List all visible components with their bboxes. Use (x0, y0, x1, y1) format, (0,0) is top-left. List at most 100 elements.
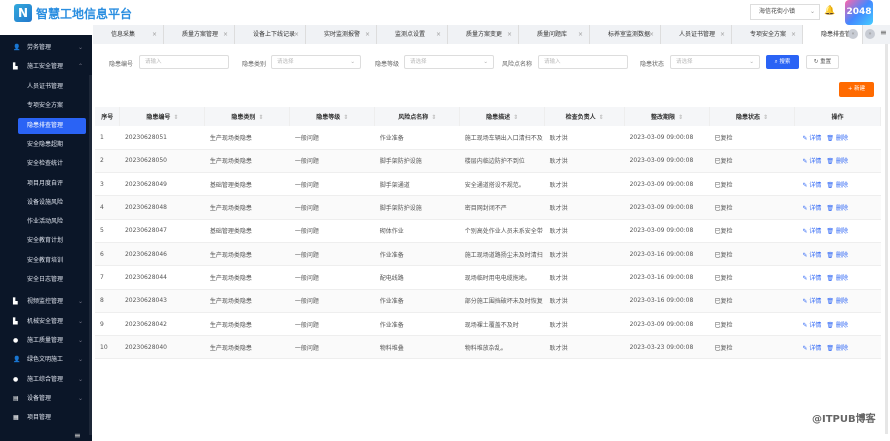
sidebar-item-2[interactable]: 隐患排查管理 (18, 117, 86, 134)
filter-field-2[interactable]: 请选择 ⌄ (404, 55, 494, 69)
sidebar-item-8[interactable]: 安全教育计划 (18, 233, 86, 249)
filter-field-1[interactable]: 请选择 ⌄ (271, 55, 361, 69)
delete-button[interactable]: 🗑 删除 (826, 345, 848, 352)
reset-button[interactable]: ↻ 重置 (806, 55, 839, 69)
sidebar-group-1[interactable]: ▙ 施工安全管理 ⌃ (0, 58, 92, 76)
sidebar-item-4[interactable]: 安全检查统计 (18, 156, 86, 172)
sort-icon[interactable]: ⇕ (173, 114, 178, 121)
tab-3[interactable]: 实时监测报警 × (306, 25, 377, 44)
sidebar-item-6[interactable]: 设备设施风险 (18, 195, 86, 211)
detail-button[interactable]: ✎ 详情 (802, 228, 821, 235)
sidebar-group2-5[interactable]: ▤ 设备管理 ⌄ (0, 390, 92, 408)
sidebar-item-0[interactable]: 人员证书管理 (18, 79, 86, 95)
close-icon[interactable]: × (152, 25, 157, 44)
column-header-label: 检查负责人 (565, 114, 596, 121)
sidebar-item-5[interactable]: 项目月度自评 (18, 176, 86, 192)
tab-1[interactable]: 质量方案管理 × (164, 25, 235, 44)
delete-button[interactable]: 🗑 删除 (826, 205, 848, 212)
delete-button[interactable]: 🗑 删除 (826, 298, 848, 305)
close-icon[interactable]: × (578, 25, 583, 44)
sort-icon[interactable]: ⇕ (431, 114, 436, 121)
delete-button[interactable]: 🗑 删除 (826, 158, 848, 165)
sidebar-group2-4[interactable]: ● 施工综合管理 ⌄ (0, 371, 92, 389)
table-cell: 安全通道搭设不规范。 (459, 172, 545, 197)
detail-button[interactable]: ✎ 详情 (802, 205, 821, 212)
tab-8[interactable]: 人员证书管理 × (661, 25, 732, 44)
tab-menu-icon[interactable]: ≡ (880, 28, 887, 37)
detail-button[interactable]: ✎ 详情 (802, 345, 821, 352)
detail-label: 详情 (809, 298, 822, 306)
close-icon[interactable]: × (791, 25, 796, 44)
scroll-left-icon[interactable]: « (848, 29, 858, 39)
table-cell: 作业准备 (374, 312, 460, 337)
close-icon[interactable]: × (294, 25, 299, 44)
scroll-right-icon[interactable]: » (865, 29, 875, 39)
sidebar-item-9[interactable]: 安全教育培训 (18, 253, 86, 269)
table-row: 6 20230628046 生产现场类隐患 一般问题 作业准备 施工现场道路扬尘未及时清扫… (95, 242, 881, 267)
sidebar-group-0[interactable]: 👤 劳务管理 ⌄ (0, 39, 92, 57)
table-cell: 生产现场类隐患 (204, 149, 290, 174)
filter-field-3[interactable]: 请输入 (538, 55, 628, 69)
column-header-8[interactable]: 隐患状态 ⇕ (709, 107, 795, 126)
detail-button[interactable]: ✎ 详情 (802, 275, 821, 282)
delete-button[interactable]: 🗑 删除 (826, 275, 848, 282)
sidebar-group2-2[interactable]: ● 施工质量管理 ⌄ (0, 332, 92, 350)
tab-6[interactable]: 质量问题库 × (519, 25, 590, 44)
detail-button[interactable]: ✎ 详情 (802, 182, 821, 189)
delete-button[interactable]: 🗑 删除 (826, 252, 848, 259)
close-icon[interactable]: × (365, 25, 370, 44)
detail-button[interactable]: ✎ 详情 (802, 135, 821, 142)
project-select[interactable]: 海信花街小镇 ⌄ (750, 4, 820, 20)
column-header-6[interactable]: 检查负责人 ⇕ (544, 107, 626, 126)
collapse-menu-icon[interactable]: ≡ (74, 431, 81, 440)
sort-icon[interactable]: ⇕ (513, 114, 518, 121)
detail-label: 详情 (809, 228, 822, 236)
bell-icon[interactable]: 🔔 (824, 6, 835, 16)
detail-button[interactable]: ✎ 详情 (802, 322, 821, 329)
filter-field-0[interactable]: 请输入 (139, 55, 229, 69)
close-icon[interactable]: × (223, 25, 228, 44)
sidebar-group2-0[interactable]: ▙ 视频监控管理 ⌄ (0, 293, 92, 311)
delete-button[interactable]: 🗑 删除 (826, 182, 848, 189)
tab-5[interactable]: 质量方案变更 × (448, 25, 519, 44)
app-badge-2048[interactable]: 2048 (845, 0, 873, 25)
sort-icon[interactable]: ⇕ (678, 114, 683, 121)
sidebar-item-3[interactable]: 安全隐患超期 (18, 137, 86, 153)
sort-icon[interactable]: ⇕ (599, 114, 604, 121)
column-header-2[interactable]: 隐患类别 ⇕ (204, 107, 291, 126)
delete-button[interactable]: 🗑 删除 (826, 322, 848, 329)
tab-9[interactable]: 专项安全方案 × (732, 25, 803, 44)
vertical-scrollbar[interactable] (885, 44, 888, 434)
detail-button[interactable]: ✎ 详情 (802, 252, 821, 259)
tab-0[interactable]: 信息采集 × (93, 25, 164, 44)
sort-icon[interactable]: ⇕ (258, 114, 263, 121)
detail-button[interactable]: ✎ 详情 (802, 298, 821, 305)
filter-field-4[interactable]: 请选择 ⌄ (670, 55, 760, 69)
column-header-4[interactable]: 风险点名称 ⇕ (374, 107, 461, 126)
sort-icon[interactable]: ⇕ (763, 114, 768, 121)
close-icon[interactable]: × (436, 25, 441, 44)
close-icon[interactable]: × (720, 25, 725, 44)
close-icon[interactable]: × (649, 25, 654, 44)
sidebar-item-7[interactable]: 作业活动风险 (18, 214, 86, 230)
column-header-3[interactable]: 隐患等级 ⇕ (289, 107, 376, 126)
search-button[interactable]: ⌕ 搜索 (766, 55, 799, 69)
sidebar-item-10[interactable]: 安全日志管理 (18, 272, 86, 288)
sidebar-item-1[interactable]: 专项安全方案 (18, 98, 86, 114)
tab-7[interactable]: 标养室监测数据 × (590, 25, 661, 44)
sidebar-scrollbar[interactable] (89, 75, 92, 435)
sort-icon[interactable]: ⇕ (343, 114, 348, 121)
close-icon[interactable]: × (507, 25, 512, 44)
column-header-5[interactable]: 隐患描述 ⇕ (459, 107, 546, 126)
column-header-7[interactable]: 整改期限 ⇕ (624, 107, 711, 126)
delete-button[interactable]: 🗑 删除 (826, 228, 848, 235)
new-button[interactable]: + 新建 (839, 82, 874, 97)
delete-button[interactable]: 🗑 删除 (826, 135, 848, 142)
column-header-1[interactable]: 隐患编号 ⇕ (119, 107, 206, 126)
sidebar-group2-6[interactable]: ▦ 项目管理 (0, 409, 92, 427)
sidebar-group2-3[interactable]: 👤 绿色文明施工 ⌄ (0, 351, 92, 369)
tab-4[interactable]: 监测点设置 × (377, 25, 448, 44)
tab-2[interactable]: 设备上下线记录 × (235, 25, 306, 44)
detail-button[interactable]: ✎ 详情 (802, 158, 821, 165)
sidebar-group2-1[interactable]: ▙ 机械安全管理 ⌄ (0, 313, 92, 331)
